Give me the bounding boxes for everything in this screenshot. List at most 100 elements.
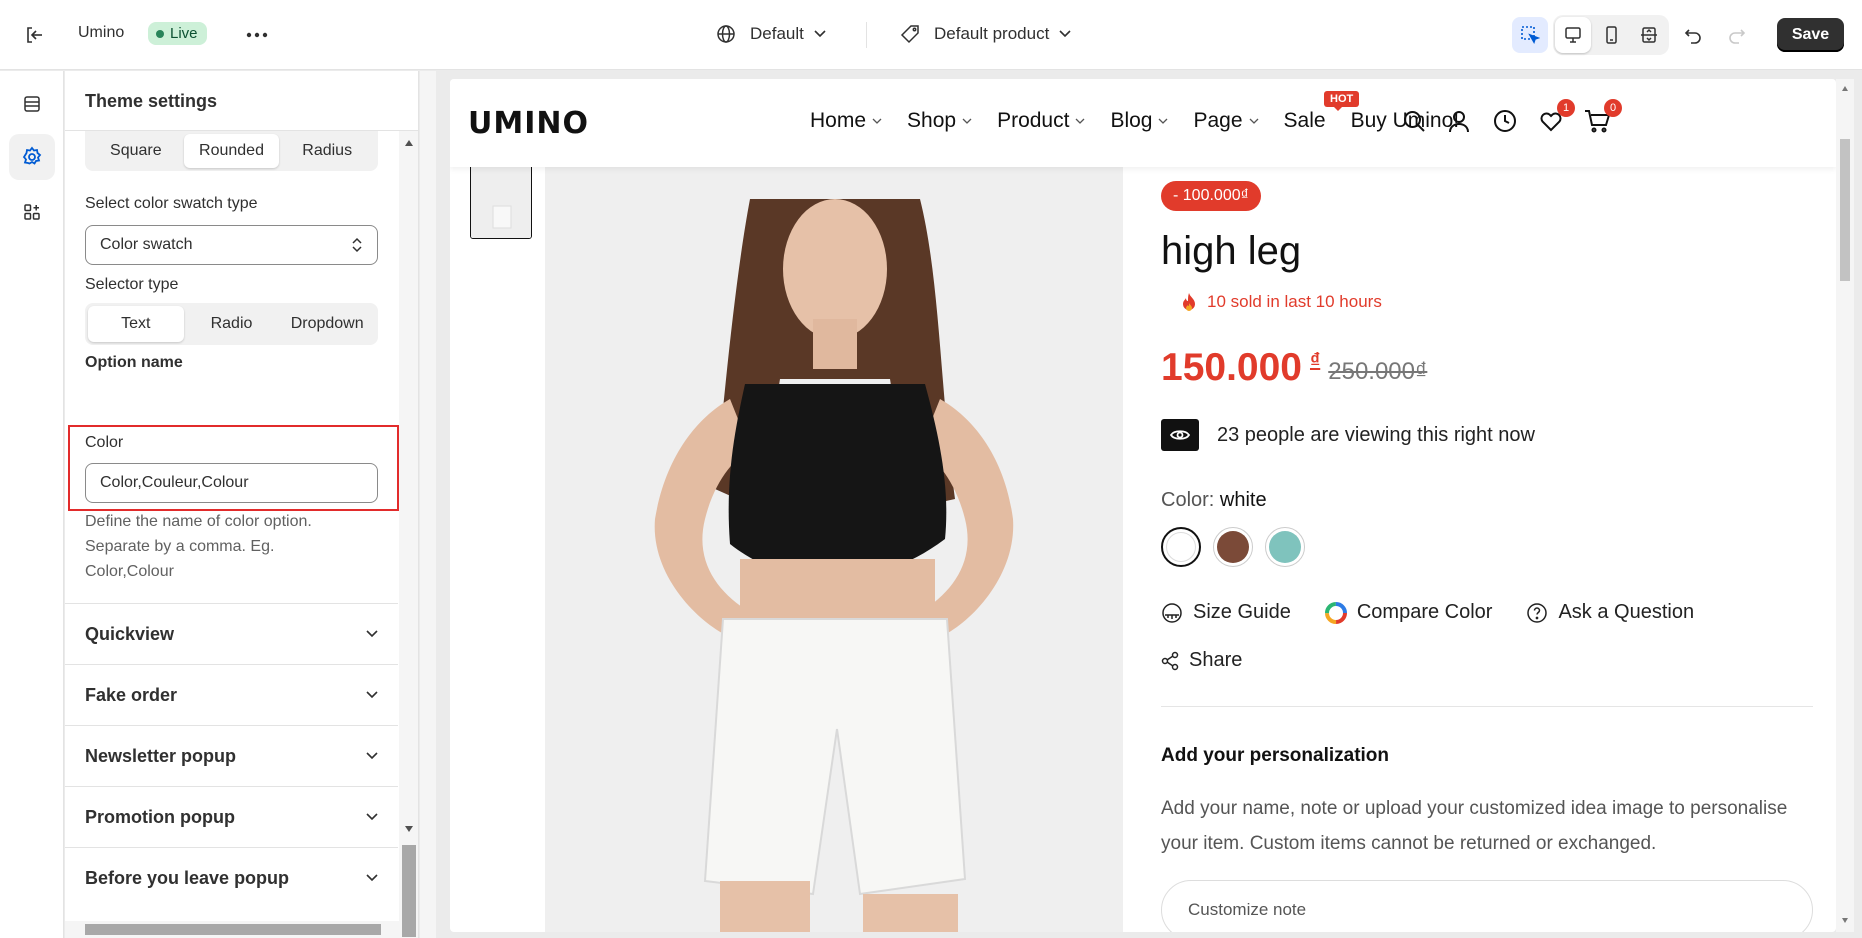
store-header: UMINO Home Shop Product Blog Page Sale B… [450, 79, 1836, 167]
nav-label: Shop [907, 109, 957, 132]
scroll-down-arrow-icon[interactable] [404, 825, 414, 833]
shape-option-rounded[interactable]: Rounded [183, 134, 280, 168]
panel-horizontal-scrollbar[interactable] [65, 921, 399, 938]
inspector-icon[interactable] [1512, 17, 1548, 53]
section-quickview[interactable]: Quickview [65, 603, 398, 664]
editor-topbar: Umino Live Default Default product Save [0, 0, 1862, 70]
storefront-preview: UMINO Home Shop Product Blog Page Sale B… [450, 79, 1836, 932]
ask-question-link[interactable]: Ask a Question [1526, 601, 1694, 624]
cart-count: 0 [1604, 99, 1622, 117]
nav-blog[interactable]: Blog [1110, 109, 1168, 133]
store-logo[interactable]: UMINO [468, 106, 589, 141]
personalization-title: Add your personalization [1161, 745, 1390, 766]
selector-type-label: Selector type [85, 276, 179, 293]
swatch-white[interactable] [1161, 527, 1201, 567]
chevron-down-icon [366, 691, 378, 699]
nav-label: Page [1193, 109, 1243, 132]
product-tools: Size Guide Compare Color Ask a Question [1161, 601, 1694, 624]
swatch-fill [1166, 532, 1196, 562]
section-label: Promotion popup [85, 806, 235, 827]
size-guide-link[interactable]: Size Guide [1161, 601, 1291, 624]
share-link[interactable]: Share [1161, 649, 1242, 672]
chevron-down-icon [366, 813, 378, 821]
swatch-type-label: Select color swatch type [85, 195, 258, 212]
nav-sale[interactable]: Sale [1284, 109, 1326, 133]
nav-product[interactable]: Product [997, 109, 1085, 133]
nav-label: Sale [1283, 109, 1326, 132]
swatch-teal[interactable] [1265, 527, 1305, 567]
nav-page[interactable]: Page [1193, 109, 1258, 133]
product-thumbnail[interactable] [470, 159, 532, 239]
nav-label: Product [997, 109, 1070, 132]
nav-label: Blog [1110, 109, 1153, 132]
color-option-name-input[interactable]: Color,Couleur,Colour [85, 463, 378, 503]
currency-symbol: ₫ [1309, 350, 1321, 372]
scroll-down-arrow-icon[interactable] [1841, 917, 1849, 924]
shape-option-square[interactable]: Square [88, 134, 184, 168]
chevron-down-icon [1159, 118, 1168, 124]
product-price: 150.000 ₫ 250.000₫ [1161, 346, 1427, 390]
scroll-up-arrow-icon[interactable] [404, 139, 414, 147]
wishlist-heart-icon[interactable]: 1 [1539, 99, 1575, 133]
selector-option-dropdown[interactable]: Dropdown [279, 306, 375, 342]
scroll-up-arrow-icon[interactable] [1841, 85, 1849, 92]
swatch-type-select[interactable]: Color swatch [85, 225, 378, 265]
store-name: Umino [78, 24, 125, 41]
globe-icon [717, 25, 735, 43]
account-icon[interactable] [1447, 109, 1471, 133]
chevron-down-icon [366, 752, 378, 760]
product-title: high leg [1161, 229, 1302, 273]
section-newsletter-popup[interactable]: Newsletter popup [65, 725, 398, 786]
redo-icon[interactable] [1719, 17, 1755, 53]
topbar-divider [866, 22, 867, 48]
select-arrows-icon [352, 237, 362, 253]
theme-select[interactable]: Default [716, 24, 826, 44]
panel-hscroll-thumb[interactable] [85, 924, 381, 935]
section-before-you-leave-popup[interactable]: Before you leave popup [65, 847, 398, 908]
chevron-down-icon [962, 118, 972, 124]
shape-option-radius[interactable]: Radius [279, 134, 375, 168]
customize-note-input[interactable]: Customize note [1161, 880, 1813, 932]
recently-viewed-clock-icon[interactable] [1493, 109, 1517, 133]
preview-scrollbar-thumb[interactable] [1840, 139, 1850, 281]
selector-option-text[interactable]: Text [88, 306, 184, 342]
section-promotion-popup[interactable]: Promotion popup [65, 786, 398, 847]
eye-icon [1161, 419, 1199, 451]
template-select[interactable]: Default product [900, 24, 1071, 44]
section-divider [1161, 706, 1813, 707]
mobile-icon[interactable] [1593, 17, 1629, 53]
live-badge: Live [148, 22, 207, 45]
product-main-image[interactable] [545, 159, 1123, 932]
section-fake-order[interactable]: Fake order [65, 664, 398, 725]
nav-shop[interactable]: Shop [907, 109, 972, 133]
chevron-down-icon [872, 118, 882, 124]
swatch-fill [1217, 531, 1249, 563]
cart-icon[interactable]: 0 [1584, 99, 1622, 133]
selected-color-name: white [1219, 489, 1267, 511]
theme-select-label: Default [750, 24, 804, 43]
apps-icon[interactable] [9, 189, 55, 235]
swatch-brown[interactable] [1213, 527, 1253, 567]
swatch-fill [1269, 531, 1301, 563]
panel-vertical-scrollbar[interactable] [399, 131, 418, 938]
desktop-icon[interactable] [1555, 17, 1591, 53]
exit-icon[interactable] [16, 17, 52, 53]
nav-home[interactable]: Home [810, 109, 882, 133]
more-actions-icon[interactable] [239, 17, 275, 53]
selector-option-radio[interactable]: Radio [184, 306, 280, 342]
undo-icon[interactable] [1675, 17, 1711, 53]
selector-type-segmented-control: Text Radio Dropdown [85, 303, 378, 345]
theme-settings-gear-icon[interactable] [9, 134, 55, 180]
section-label: Newsletter popup [85, 745, 237, 766]
sections-icon[interactable] [9, 81, 55, 127]
color-swatches [1161, 527, 1305, 567]
panel-title: Theme settings [85, 91, 218, 111]
compare-color-link[interactable]: Compare Color [1324, 601, 1492, 624]
fullscreen-icon[interactable] [1631, 17, 1667, 53]
preview-scrollbar[interactable] [1836, 79, 1854, 932]
shape-segmented-control: Square Rounded Radius [85, 131, 378, 171]
link-label: Size Guide [1193, 601, 1291, 623]
search-icon[interactable] [1402, 109, 1426, 133]
panel-scrollbar-thumb[interactable] [402, 845, 416, 937]
save-button[interactable]: Save [1777, 18, 1844, 52]
